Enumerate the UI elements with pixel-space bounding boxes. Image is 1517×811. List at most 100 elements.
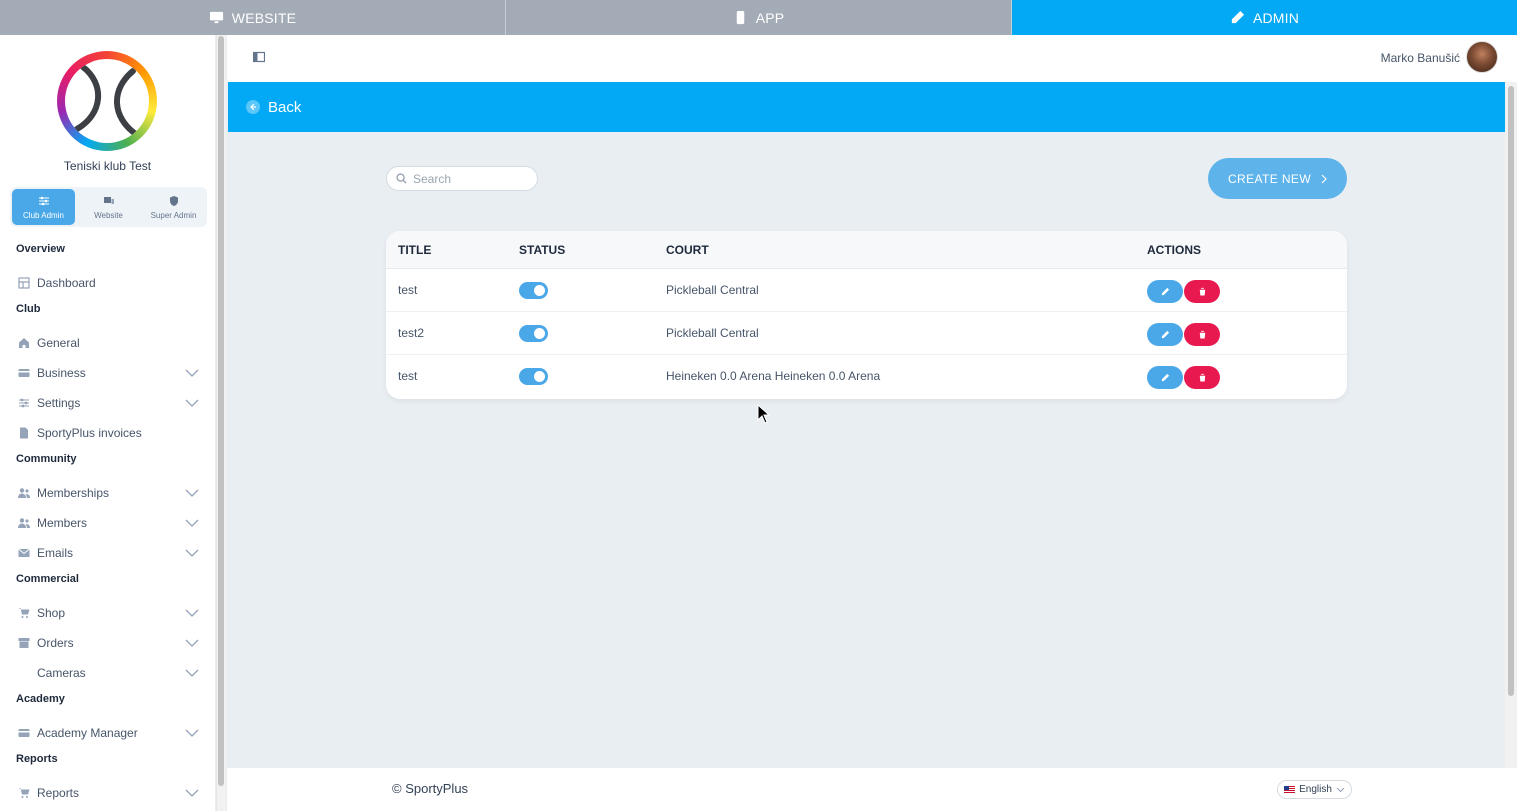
status-toggle[interactable] xyxy=(519,368,548,385)
sidebar-item-label: Academy Manager xyxy=(37,726,138,740)
chevron-down-icon[interactable] xyxy=(185,786,199,800)
tab-admin-label: ADMIN xyxy=(1252,9,1300,26)
page-scrollbar[interactable] xyxy=(1505,82,1517,768)
tab-app[interactable]: APP xyxy=(506,0,1012,35)
tab-admin[interactable]: ADMIN xyxy=(1012,0,1517,35)
footer: © SportyPlus English xyxy=(227,768,1517,811)
back-button[interactable]: Back xyxy=(228,82,1505,132)
search-input[interactable] xyxy=(413,171,523,186)
sidebar-item-cameras[interactable]: Cameras xyxy=(0,658,215,688)
sidebar-item-general[interactable]: General xyxy=(0,328,215,358)
sidebar-item-label: Orders xyxy=(37,636,74,650)
back-label: Back xyxy=(268,98,302,116)
chevron-down-icon[interactable] xyxy=(185,396,199,410)
copyright: © SportyPlus xyxy=(392,781,469,796)
role-club-admin-label: Club Admin xyxy=(23,210,64,220)
column-court[interactable]: COURT xyxy=(666,231,709,269)
sidebar-scrollbar[interactable] xyxy=(216,35,226,811)
mouse-cursor-icon xyxy=(757,404,771,424)
sidebar-item-emails[interactable]: Emails xyxy=(0,538,215,568)
chevron-down-icon[interactable] xyxy=(185,726,199,740)
shield-icon xyxy=(169,195,178,206)
club-name: Teniski klub Test xyxy=(63,159,152,173)
user-name[interactable]: Marko Banušić xyxy=(1381,51,1460,65)
sidebar-item-label: Memberships xyxy=(37,486,110,500)
edit-button[interactable] xyxy=(1147,323,1183,346)
sidebar-item-dashboard[interactable]: Dashboard xyxy=(0,268,215,298)
avatar[interactable] xyxy=(1466,41,1498,73)
devices-icon xyxy=(103,196,114,204)
row-court: Pickleball Central xyxy=(666,283,759,297)
sidebar-toggle-icon[interactable] xyxy=(253,51,265,63)
section-commercial: Commercial xyxy=(16,573,79,585)
chevron-down-icon[interactable] xyxy=(185,546,199,560)
sidebar-scroll-thumb[interactable] xyxy=(218,36,224,786)
pencil-icon xyxy=(1161,373,1169,382)
sidebar-item-shop[interactable]: Shop xyxy=(0,598,215,628)
row-title: test xyxy=(398,283,418,297)
status-toggle[interactable] xyxy=(519,325,548,342)
chevron-down-icon[interactable] xyxy=(185,516,199,530)
delete-button[interactable] xyxy=(1184,280,1220,303)
sidebar-item-business[interactable]: Business xyxy=(0,358,215,388)
cart-icon xyxy=(18,608,29,618)
chevron-down-icon[interactable] xyxy=(185,486,199,500)
edit-button[interactable] xyxy=(1147,366,1183,389)
table-header: TITLE STATUS COURT ACTIONS xyxy=(386,231,1347,269)
sidebar-item-academy-manager[interactable]: Academy Manager xyxy=(0,718,215,748)
sidebar-item-invoices[interactable]: SportyPlus invoices xyxy=(0,418,215,448)
role-super-admin[interactable]: Super Admin xyxy=(142,189,205,225)
row-court: Heineken 0.0 Arena Heineken 0.0 Arena xyxy=(666,369,881,383)
sliders-icon xyxy=(18,398,29,408)
role-club-admin[interactable]: Club Admin xyxy=(12,189,75,225)
sidebar-item-label: Settings xyxy=(37,396,81,410)
tab-website[interactable]: WEBSITE xyxy=(0,0,506,35)
sidebar-item-members[interactable]: Members xyxy=(0,508,215,538)
club-logo xyxy=(57,51,157,151)
chevron-right-icon xyxy=(1321,174,1327,183)
section-academy: Academy xyxy=(16,693,65,705)
sidebar-item-reports[interactable]: Reports xyxy=(0,778,215,808)
trash-icon xyxy=(1198,373,1206,382)
chevron-down-icon[interactable] xyxy=(185,666,199,680)
row-actions xyxy=(1147,280,1220,303)
delete-button[interactable] xyxy=(1184,323,1220,346)
trash-icon xyxy=(1198,287,1206,296)
tab-website-label: WEBSITE xyxy=(231,9,297,26)
trash-icon xyxy=(1198,330,1206,339)
grid-icon xyxy=(17,277,30,289)
camera-icon xyxy=(17,667,30,680)
create-new-button[interactable]: CREATE NEW xyxy=(1208,158,1347,199)
edit-button[interactable] xyxy=(1147,280,1183,303)
sidebar-item-orders[interactable]: Orders xyxy=(0,628,215,658)
chevron-down-icon[interactable] xyxy=(185,606,199,620)
role-website-label: Website xyxy=(94,210,123,220)
delete-button[interactable] xyxy=(1184,366,1220,389)
create-new-label: CREATE NEW xyxy=(1227,171,1312,186)
cart-icon xyxy=(18,788,29,798)
language-select[interactable]: English xyxy=(1277,780,1352,799)
chevron-down-icon[interactable] xyxy=(185,366,199,380)
chevron-down-icon xyxy=(1336,787,1345,792)
section-club: Club xyxy=(16,303,41,315)
sidebar-item-label: Emails xyxy=(37,546,74,560)
table-row: test2 Pickleball Central xyxy=(386,312,1347,355)
column-status[interactable]: STATUS xyxy=(519,231,565,269)
role-website[interactable]: Website xyxy=(77,189,140,225)
pencil-icon xyxy=(1231,10,1244,24)
sidebar-item-memberships[interactable]: Memberships xyxy=(0,478,215,508)
sidebar-item-settings[interactable]: Settings xyxy=(0,388,215,418)
role-switch: Club Admin Website Super Admin xyxy=(10,187,207,227)
us-flag-icon xyxy=(1284,785,1296,794)
sidebar-nav: Overview Dashboard Club General Business… xyxy=(0,238,215,808)
tab-app-label: APP xyxy=(755,9,785,26)
row-title: test2 xyxy=(398,326,425,340)
chevron-down-icon[interactable] xyxy=(185,636,199,650)
table-row: test Heineken 0.0 Arena Heineken 0.0 Are… xyxy=(386,355,1347,398)
sidebar-item-label: General xyxy=(37,336,80,350)
column-title[interactable]: TITLE xyxy=(398,231,431,269)
home-icon xyxy=(18,338,29,348)
card-icon xyxy=(18,729,29,737)
status-toggle[interactable] xyxy=(519,282,548,299)
page-scroll-thumb[interactable] xyxy=(1508,86,1514,696)
